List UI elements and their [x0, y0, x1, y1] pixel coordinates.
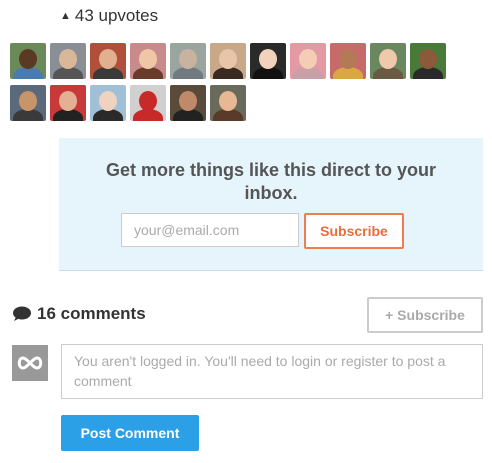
upvoter-avatar[interactable]	[210, 43, 246, 79]
upvoter-avatar[interactable]	[10, 43, 46, 79]
promo-title: Get more things like this direct to your…	[105, 160, 437, 203]
newsletter-promo: Get more things like this direct to your…	[59, 138, 483, 271]
upvoter-avatars	[10, 43, 450, 127]
upvoter-avatar[interactable]	[170, 43, 206, 79]
upvoter-avatar[interactable]	[210, 85, 246, 121]
infinity-icon	[17, 356, 43, 370]
speech-bubble-icon	[13, 306, 31, 321]
comments-subscribe-button[interactable]: + Subscribe	[367, 297, 483, 333]
upvoter-avatar[interactable]	[90, 43, 126, 79]
newsletter-form: Subscribe	[121, 213, 404, 249]
upvoter-avatar[interactable]	[50, 43, 86, 79]
comment-input[interactable]	[61, 344, 483, 399]
upvoter-avatar[interactable]	[90, 85, 126, 121]
upvoter-avatar[interactable]	[370, 43, 406, 79]
email-input[interactable]	[121, 213, 299, 247]
upvotes-label: 43 upvotes	[74, 6, 159, 25]
post-comment-button[interactable]: Post Comment	[61, 415, 199, 451]
upvoter-avatar[interactable]	[410, 43, 446, 79]
current-user-avatar	[12, 345, 48, 381]
upvoter-avatar[interactable]	[130, 43, 166, 79]
upvoter-avatar[interactable]	[50, 85, 86, 121]
avatar-row-1	[10, 43, 450, 79]
comments-header: 16 comments	[12, 304, 146, 324]
upvotes-count[interactable]: ▲ 43 upvotes	[60, 6, 158, 26]
upvoter-avatar[interactable]	[170, 85, 206, 121]
upvoter-avatar[interactable]	[330, 43, 366, 79]
upvoter-avatar[interactable]	[130, 85, 166, 121]
upvoter-avatar[interactable]	[10, 85, 46, 121]
avatar-row-2	[10, 85, 450, 121]
upvoter-avatar[interactable]	[290, 43, 326, 79]
upvoter-avatar[interactable]	[250, 43, 286, 79]
newsletter-subscribe-button[interactable]: Subscribe	[304, 213, 404, 249]
upvote-arrow-icon: ▲	[60, 10, 71, 22]
comments-count-label: 16 comments	[37, 304, 146, 323]
